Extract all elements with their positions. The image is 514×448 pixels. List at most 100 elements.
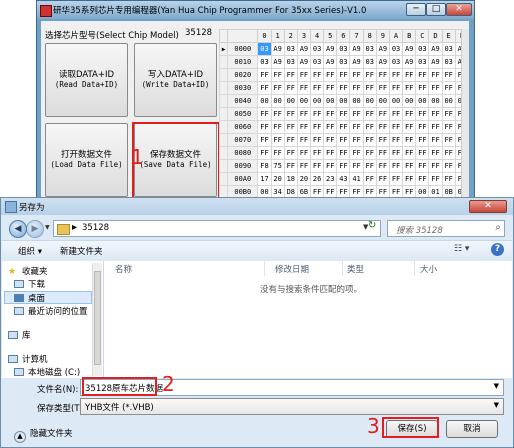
new-folder-button[interactable]: 新建文件夹 [60, 245, 103, 257]
hex-cell[interactable]: FF [428, 133, 443, 147]
hex-cell[interactable]: FF [388, 107, 404, 121]
hex-cell[interactable]: A9 [402, 55, 417, 69]
hex-cell[interactable]: FF [323, 81, 338, 95]
nav-scrollbar-thumb[interactable] [94, 271, 101, 365]
hex-cell[interactable]: 03 [362, 55, 377, 69]
hex-cell[interactable]: FF [283, 68, 298, 82]
hex-cell[interactable]: FF [270, 146, 285, 160]
hex-cell[interactable]: 03 [257, 42, 272, 56]
hex-cell[interactable]: FF [349, 81, 364, 95]
hex-cell[interactable]: FF [388, 120, 404, 134]
column-header-name[interactable]: 名称 [115, 263, 132, 275]
hex-cell[interactable]: 03 [336, 42, 351, 56]
hex-cell[interactable]: FF [257, 133, 272, 147]
hex-cell[interactable]: A9 [323, 55, 338, 69]
hex-cell[interactable]: FF [283, 107, 298, 121]
back-arrow-icon[interactable]: ◀ [9, 220, 27, 238]
hex-cell[interactable]: FF [375, 172, 390, 186]
hide-folders-toggle[interactable]: ▲ 隐藏文件夹 [14, 427, 73, 443]
column-divider[interactable] [414, 261, 415, 276]
hex-cell[interactable]: FF [310, 120, 325, 134]
hex-cell[interactable]: FF [323, 159, 338, 173]
hex-cell[interactable]: FF [283, 133, 298, 147]
hex-cell[interactable]: FF [257, 81, 272, 95]
hex-cell[interactable]: FF [283, 159, 298, 173]
dialog-titlebar[interactable]: 另存为 ✕ [1, 198, 513, 215]
read-data-button[interactable]: 读取DATA+ID (Read Data+ID) [45, 43, 128, 117]
hex-cell[interactable]: FF [415, 146, 430, 160]
hex-cell[interactable]: 03 [441, 55, 456, 69]
hex-cell[interactable]: 00 [270, 94, 285, 108]
hex-cell[interactable]: FF [362, 107, 377, 121]
hex-cell[interactable]: FF [310, 81, 325, 95]
hex-cell[interactable]: FF [428, 159, 443, 173]
table-row[interactable]: ▶000003A903A903A903A903A903A903A903A9 [219, 42, 469, 56]
hex-cell[interactable]: FF [283, 120, 298, 134]
hex-cell[interactable]: FF [441, 107, 456, 121]
hex-cell[interactable]: FF [270, 120, 285, 134]
nav-item-libraries[interactable]: 库 [8, 329, 31, 341]
history-dropdown-icon[interactable]: ▼ [45, 224, 50, 231]
hex-cell[interactable]: 00 [349, 94, 364, 108]
hex-cell[interactable]: FF [362, 68, 377, 82]
filetype-select[interactable]: YHB文件 (*.VHB) ▼ [80, 398, 504, 415]
search-icon[interactable]: ⌕ [495, 222, 501, 233]
hex-cell[interactable]: FF [257, 68, 272, 82]
hex-cell[interactable]: 23 [323, 172, 338, 186]
hex-cell[interactable]: FF [388, 159, 404, 173]
hex-cell[interactable]: FF [296, 107, 312, 121]
hex-cell[interactable]: FF [388, 133, 404, 147]
cancel-button[interactable]: 取消 [446, 420, 498, 438]
hex-cell[interactable]: FF [310, 146, 325, 160]
hex-cell[interactable]: FF [375, 133, 390, 147]
table-row[interactable]: 0090F875FFFFFFFFFFFFFFFFFFFFFFFFFFFF [219, 159, 469, 173]
hex-cell[interactable]: FF [388, 68, 404, 82]
hex-cell[interactable]: 00 [296, 94, 312, 108]
hex-cell[interactable]: FF [257, 107, 272, 121]
hex-cell[interactable]: 00 [402, 94, 417, 108]
hex-cell[interactable]: FF [362, 120, 377, 134]
hex-cell[interactable]: A9 [270, 42, 285, 56]
programmer-titlebar[interactable]: 研华35系列芯片专用编程器(Yan Hua Chip Programmer Fo… [37, 1, 474, 19]
breadcrumb-separator-icon[interactable]: ▸ [72, 222, 77, 233]
hex-cell[interactable]: FF [415, 159, 430, 173]
hex-cell[interactable]: 03 [415, 55, 430, 69]
hex-cell[interactable]: 00 [323, 94, 338, 108]
column-divider[interactable] [264, 261, 265, 276]
hex-cell[interactable]: FF [270, 107, 285, 121]
hex-cell[interactable]: FF [323, 107, 338, 121]
hex-cell[interactable]: 03 [415, 42, 430, 56]
column-divider[interactable] [342, 261, 343, 276]
hex-cell[interactable]: FF [336, 107, 351, 121]
table-row[interactable]: 001003A903A903A903A903A903A903A903A9 [219, 55, 469, 69]
hex-cell[interactable]: FF [415, 81, 430, 95]
hex-cell[interactable]: 75 [270, 159, 285, 173]
table-row[interactable]: 0080FFFFFFFFFFFFFFFFFFFFFFFFFFFFFFFF [219, 146, 469, 160]
hex-cell[interactable]: A9 [349, 42, 364, 56]
hex-cell[interactable]: FF [283, 81, 298, 95]
hex-cell[interactable]: 00 [428, 94, 443, 108]
hex-cell[interactable]: FF [415, 107, 430, 121]
hex-cell[interactable]: 03 [336, 55, 351, 69]
hex-cell[interactable]: FF [388, 172, 404, 186]
hex-cell[interactable]: A9 [428, 42, 443, 56]
hex-cell[interactable]: 00 [257, 94, 272, 108]
hex-cell[interactable]: 03 [283, 42, 298, 56]
hex-cell[interactable]: FF [441, 120, 456, 134]
hex-cell[interactable]: FF [415, 133, 430, 147]
hex-cell[interactable]: FF [362, 146, 377, 160]
hex-cell[interactable]: FF [336, 159, 351, 173]
hex-cell[interactable]: FF [336, 146, 351, 160]
hex-cell[interactable]: FF [349, 68, 364, 82]
table-row[interactable]: 0020FFFFFFFFFFFFFFFFFFFFFFFFFFFFFFFF [219, 68, 469, 82]
hex-cell[interactable]: F8 [257, 159, 272, 173]
hex-cell[interactable]: FF [388, 81, 404, 95]
hex-cell[interactable]: FF [349, 133, 364, 147]
breadcrumb-current-folder[interactable]: 35128 [82, 223, 109, 233]
hex-cell[interactable]: A9 [296, 42, 312, 56]
hex-cell[interactable]: FF [402, 159, 417, 173]
hex-cell[interactable]: 17 [257, 172, 272, 186]
hex-cell[interactable]: FF [310, 159, 325, 173]
hex-cell[interactable]: FF [296, 159, 312, 173]
hex-cell[interactable]: 43 [336, 172, 351, 186]
